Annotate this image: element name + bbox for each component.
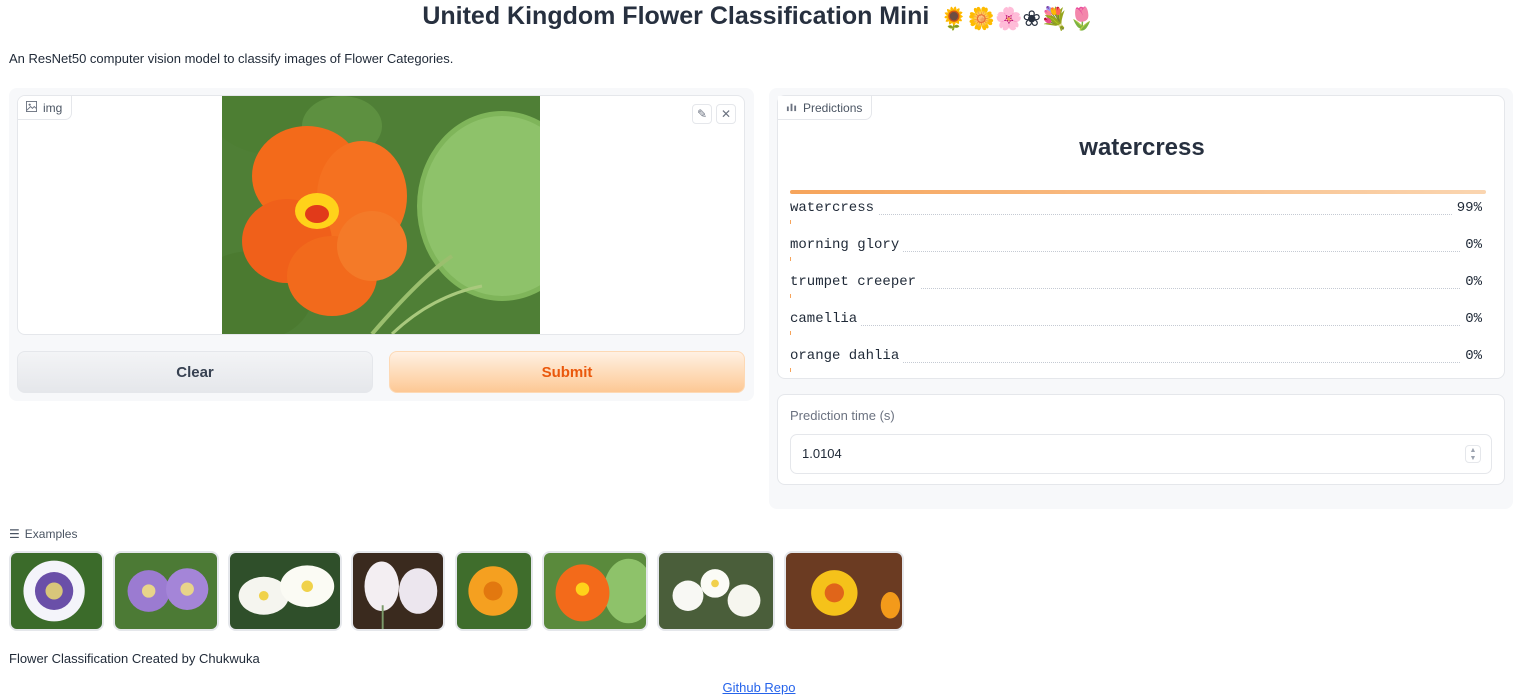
prediction-row: camellia 0% xyxy=(790,311,1494,335)
examples-label-text: Examples xyxy=(24,527,78,541)
image-icon xyxy=(26,100,37,115)
prediction-row: watercress 99% xyxy=(790,200,1494,224)
prediction-time-box: Prediction time (s) 1.0104 ▲ ▼ xyxy=(777,394,1505,485)
footer-credit: Flower Classification Created by Chukwuk… xyxy=(9,651,260,666)
uploaded-image xyxy=(222,96,540,334)
pencil-icon: ✎ xyxy=(696,107,708,121)
prediction-bar xyxy=(790,331,791,335)
title-emojis: 🌻🌼🌸❀💐🌷 xyxy=(940,7,1096,32)
close-icon: ✕ xyxy=(720,107,732,121)
row-leader-dots xyxy=(790,214,1482,215)
prediction-row: orange dahlia 0% xyxy=(790,348,1494,372)
row-leader-dots xyxy=(790,325,1482,326)
example-thumbnail-8[interactable] xyxy=(784,551,904,631)
prediction-percent: 0% xyxy=(1461,237,1482,253)
github-repo-link[interactable]: Github Repo xyxy=(0,680,1518,695)
prediction-bar xyxy=(790,257,791,261)
page-title: United Kingdom Flower Classification Min… xyxy=(0,0,1518,32)
edit-image-button[interactable]: ✎ xyxy=(692,104,712,124)
prediction-row: trumpet creeper 0% xyxy=(790,274,1494,298)
image-input-label: img xyxy=(18,96,73,120)
prediction-percent: 99% xyxy=(1452,200,1482,216)
image-input[interactable]: img ✎ ✕ xyxy=(17,95,745,335)
top-confidence-bar xyxy=(790,190,1486,194)
page-description: An ResNet50 computer vision model to cla… xyxy=(9,51,454,66)
list-icon: ☰ xyxy=(9,527,20,541)
number-spinner[interactable]: ▲ ▼ xyxy=(1465,445,1481,463)
predictions-label: Predictions xyxy=(778,96,873,120)
example-thumbnail-4[interactable] xyxy=(351,551,445,631)
clear-image-button[interactable]: ✕ xyxy=(716,104,736,124)
example-thumbnail-3[interactable] xyxy=(228,551,342,631)
example-thumbnail-2[interactable] xyxy=(113,551,219,631)
title-text: United Kingdom Flower Classification Min… xyxy=(422,2,930,30)
prediction-percent: 0% xyxy=(1461,274,1482,290)
prediction-label: morning glory xyxy=(790,237,904,253)
prediction-bar xyxy=(790,294,791,298)
top-prediction: watercress xyxy=(1079,134,1205,161)
examples-label: ☰ Examples xyxy=(9,527,77,541)
bar-chart-icon xyxy=(786,101,797,115)
prediction-label: watercress xyxy=(790,200,879,216)
predictions-box: Predictions watercress watercress 99% morn… xyxy=(777,95,1505,379)
clear-button[interactable]: Clear xyxy=(17,351,373,393)
prediction-bar xyxy=(790,368,791,372)
example-thumbnail-7[interactable] xyxy=(657,551,775,631)
example-thumbnail-1[interactable] xyxy=(9,551,104,631)
prediction-percent: 0% xyxy=(1461,348,1482,364)
submit-button[interactable]: Submit xyxy=(389,351,745,393)
image-label-text: img xyxy=(43,100,63,115)
prediction-time-label: Prediction time (s) xyxy=(790,408,895,423)
prediction-label: camellia xyxy=(790,311,862,327)
predictions-label-text: Predictions xyxy=(803,100,863,115)
prediction-label: trumpet creeper xyxy=(790,274,921,290)
prediction-label: orange dahlia xyxy=(790,348,904,364)
github-repo-link-text[interactable]: Github Repo xyxy=(723,680,796,695)
prediction-time-value: 1.0104 xyxy=(802,446,842,461)
example-thumbnail-6[interactable] xyxy=(542,551,648,631)
prediction-bar xyxy=(790,220,791,224)
example-thumbnail-5[interactable] xyxy=(455,551,533,631)
prediction-time-input[interactable]: 1.0104 ▲ ▼ xyxy=(790,434,1492,474)
prediction-percent: 0% xyxy=(1461,311,1482,327)
prediction-row: morning glory 0% xyxy=(790,237,1494,261)
